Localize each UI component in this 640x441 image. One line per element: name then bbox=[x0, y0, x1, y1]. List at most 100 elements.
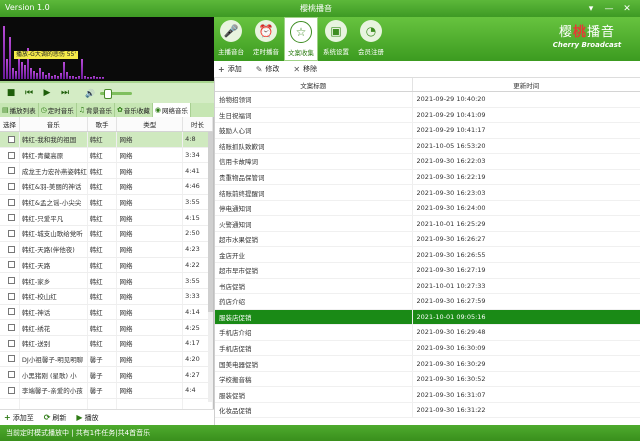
volume-slider[interactable] bbox=[100, 88, 132, 99]
table-row[interactable]: 小黑猪刚 (星歌) 小馨子 网络 4:27 bbox=[0, 367, 213, 383]
table-row[interactable]: 成龙王力宏孙燕姿韩红 韩红 网络 4:41 bbox=[0, 163, 213, 180]
minimize-button[interactable]: — bbox=[600, 1, 618, 16]
table-row[interactable]: 韩红-绣花 韩红 网络 4:25 bbox=[0, 320, 213, 336]
row-checkbox[interactable] bbox=[8, 355, 15, 363]
copy-toolbar: + 添加 ✎ 修改 ✕ 移除 bbox=[214, 61, 640, 78]
table-row[interactable]: 鼓励人心词 2021-09-29 10:41:17 bbox=[215, 123, 640, 139]
row-checkbox[interactable] bbox=[8, 339, 15, 347]
row-checkbox[interactable] bbox=[8, 386, 15, 394]
tab-timed-music[interactable]: ◷ 定时音乐 bbox=[39, 103, 77, 117]
table-row[interactable]: 化妆品促销 2021-09-30 16:31:22 bbox=[215, 402, 640, 419]
column-header-updated[interactable]: 更新时间 bbox=[413, 78, 640, 91]
table-row[interactable]: 韩红-只爱平凡 韩红 网络 4:15 bbox=[0, 210, 213, 227]
table-row[interactable]: 手机店介绍 2021-09-30 16:29:48 bbox=[215, 325, 640, 341]
table-row[interactable]: 火警通知词 2021-10-01 16:25:29 bbox=[215, 216, 640, 232]
refresh-icon: ⟳ bbox=[43, 413, 51, 422]
table-row[interactable]: 贵重物品保管词 2021-09-30 16:22:19 bbox=[215, 169, 640, 186]
stop-button[interactable]: ■ bbox=[4, 86, 18, 100]
table-row[interactable]: 韩红-家乡 韩红 网络 3:55 bbox=[0, 273, 213, 289]
column-header-title[interactable]: 文案标题 bbox=[215, 78, 413, 91]
table-row[interactable]: 韩红-城支山歌给党听 韩红 网络 2:50 bbox=[0, 226, 213, 242]
alarm-icon: ⏰ bbox=[255, 20, 277, 42]
table-row[interactable]: 生日祝福词 2021-09-29 10:41:09 bbox=[215, 107, 640, 124]
table-row[interactable]: 李端馨子-亲爱的小孩 馨子 网络 4:4 bbox=[0, 383, 213, 399]
table-row[interactable]: 超市早市促销 2021-09-30 16:27:19 bbox=[215, 263, 640, 279]
copy-title-cell: 药店介绍 bbox=[215, 294, 413, 309]
table-row[interactable]: 拾物招领词 2021-09-29 10:40:20 bbox=[215, 92, 640, 108]
table-row[interactable] bbox=[0, 398, 213, 409]
table-row[interactable]: 韩红&孟之谣-小尖尖 韩红 网络 3:55 bbox=[0, 194, 213, 211]
row-checkbox[interactable] bbox=[8, 371, 15, 379]
menu-dropdown-icon[interactable]: ▾ bbox=[582, 1, 600, 16]
column-header-singer[interactable]: 歌手 bbox=[88, 117, 118, 131]
column-header-select[interactable]: 选择 bbox=[0, 117, 20, 131]
add-button[interactable]: + 添加 bbox=[218, 64, 242, 74]
refresh-button[interactable]: ⟳ 刷新 bbox=[44, 413, 67, 423]
tab-background-music[interactable]: ♫ 背景音乐 bbox=[77, 103, 116, 117]
next-button[interactable]: ⏭ bbox=[58, 86, 72, 100]
table-row[interactable]: 韩红-青藏高原 韩红 网络 3:34 bbox=[0, 147, 213, 164]
table-row[interactable]: 学校搬音稿 2021-09-30 16:30:52 bbox=[215, 371, 640, 388]
row-checkbox[interactable] bbox=[8, 261, 15, 269]
row-checkbox[interactable] bbox=[8, 167, 15, 175]
music-table-scrollbar[interactable] bbox=[208, 132, 213, 402]
table-row[interactable]: 韩红-天路(伴他夜) 韩红 网络 4:23 bbox=[0, 241, 213, 258]
close-button[interactable]: ✕ bbox=[618, 1, 636, 16]
table-row[interactable]: 韩红-神话 韩红 网络 4:14 bbox=[0, 304, 213, 321]
play-selected-button[interactable]: ▶ 播放 bbox=[76, 413, 98, 423]
table-row[interactable]: 韩红-送别 韩红 网络 4:17 bbox=[0, 335, 213, 352]
singer-cell: 韩红 bbox=[88, 320, 118, 335]
table-row[interactable]: 韩红-天路 韩红 网络 4:22 bbox=[0, 257, 213, 274]
tab-network-music[interactable]: ◉ 网络音乐 bbox=[152, 103, 191, 117]
table-row[interactable]: 超市水果促销 2021-09-30 16:26:27 bbox=[215, 231, 640, 248]
column-header-music[interactable]: 音乐 bbox=[20, 117, 88, 131]
now-playing-label: 播放-G大调的悲伤 55' bbox=[14, 51, 79, 59]
column-header-type[interactable]: 类型 bbox=[117, 117, 184, 131]
table-row[interactable]: 结账前终提醒词 2021-09-30 16:23:03 bbox=[215, 185, 640, 201]
tab-copy-collection[interactable]: ☆ 文案收集 bbox=[284, 17, 318, 61]
table-row[interactable]: 韩红-校山红 韩红 网络 3:33 bbox=[0, 288, 213, 305]
tab-member-register[interactable]: ◔ 会员注册 bbox=[354, 17, 388, 61]
row-checkbox[interactable] bbox=[8, 135, 15, 143]
table-row[interactable]: 金店开业 2021-09-30 16:26:55 bbox=[215, 247, 640, 264]
table-row[interactable]: 韩红-我和我的祖国 韩红 网络 4:8 bbox=[0, 132, 213, 148]
tab-timed-broadcast[interactable]: ⏰ 定时播音 bbox=[249, 17, 283, 61]
row-checkbox[interactable] bbox=[8, 214, 15, 222]
window-title: 樱桃播音 bbox=[300, 4, 332, 13]
tab-host-console[interactable]: 🎤 主播音台 bbox=[214, 17, 248, 61]
table-row[interactable]: 国美电器促销 2021-09-30 16:30:29 bbox=[215, 356, 640, 372]
row-checkbox[interactable] bbox=[8, 292, 15, 300]
row-checkbox[interactable] bbox=[8, 277, 15, 285]
row-checkbox[interactable] bbox=[8, 198, 15, 206]
music-toolbar: + 添加至 ⟳ 刷新 ▶ 播放 bbox=[0, 409, 214, 425]
row-checkbox[interactable] bbox=[8, 245, 15, 253]
table-row[interactable]: 韩红&羽-美丽的神话 韩红 网络 4:46 bbox=[0, 179, 213, 195]
play-button[interactable]: ▶ bbox=[40, 86, 54, 100]
table-row[interactable]: 药店介绍 2021-09-30 16:27:59 bbox=[215, 294, 640, 310]
table-row[interactable]: 服装促销 2021-09-30 16:31:07 bbox=[215, 387, 640, 403]
row-checkbox[interactable] bbox=[8, 324, 15, 332]
updated-time-cell: 2021-09-30 16:22:03 bbox=[416, 157, 486, 166]
table-row[interactable]: 信用卡故障词 2021-09-30 16:22:03 bbox=[215, 154, 640, 170]
add-to-button[interactable]: + 添加至 bbox=[4, 413, 34, 423]
table-row[interactable]: 书店促销 2021-10-01 10:27:33 bbox=[215, 278, 640, 295]
tab-music-favorites[interactable]: ✿ 音乐收藏 bbox=[115, 103, 153, 117]
table-row[interactable]: DJ小祖馨子-明见明聊 馨子 网络 4:20 bbox=[0, 351, 213, 368]
row-checkbox[interactable] bbox=[8, 182, 15, 190]
updated-time-cell: 2021-10-01 16:25:29 bbox=[416, 219, 486, 228]
table-row[interactable]: 服装店促销 2021-10-01 09:05:16 bbox=[215, 309, 640, 326]
tab-playlist[interactable]: ▤ 播放列表 bbox=[0, 103, 39, 117]
updated-time-cell: 2021-09-29 10:41:17 bbox=[416, 126, 486, 135]
row-checkbox[interactable] bbox=[8, 229, 15, 237]
row-checkbox[interactable] bbox=[8, 151, 15, 159]
table-row[interactable]: 停电通知词 2021-09-30 16:24:00 bbox=[215, 200, 640, 217]
row-checkbox[interactable] bbox=[8, 308, 15, 316]
tab-system-settings[interactable]: ▣ 系统设置 bbox=[319, 17, 353, 61]
remove-button[interactable]: ✕ 移除 bbox=[293, 64, 317, 74]
previous-button[interactable]: ⏮ bbox=[22, 86, 36, 100]
column-header-duration[interactable]: 时长 bbox=[183, 117, 213, 131]
table-row[interactable]: 结账抓队致歉词 2021-10-05 16:53:20 bbox=[215, 138, 640, 155]
table-row[interactable]: 手机店促销 2021-09-30 16:30:09 bbox=[215, 340, 640, 357]
volume-icon[interactable]: 🔊 bbox=[84, 87, 96, 99]
edit-button[interactable]: ✎ 修改 bbox=[256, 64, 280, 74]
